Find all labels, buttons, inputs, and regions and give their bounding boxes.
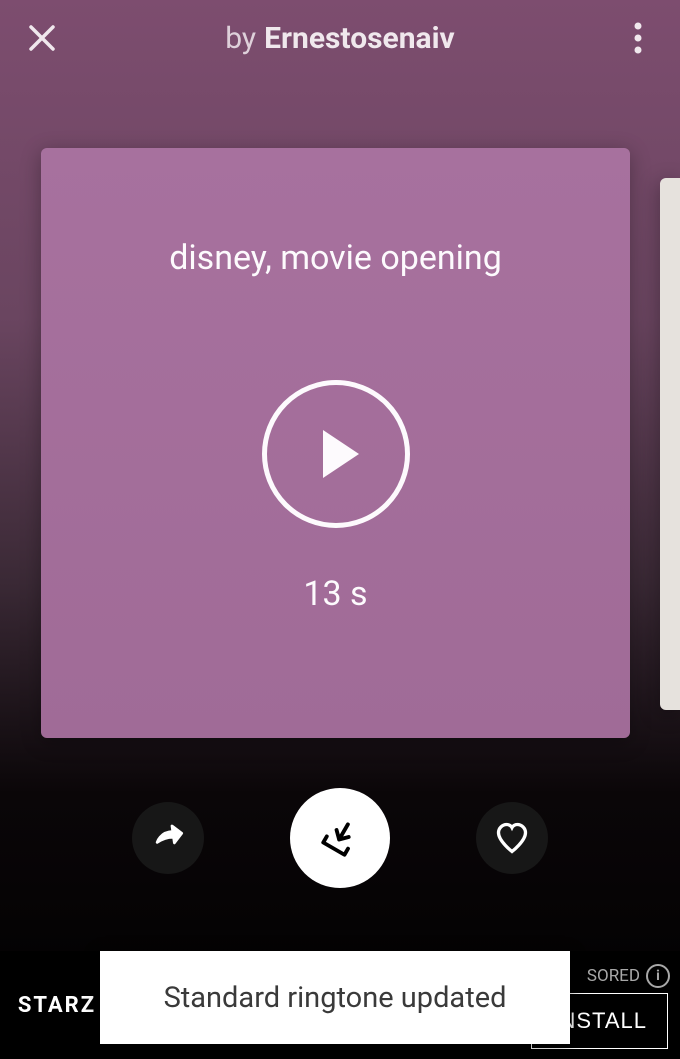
set-ringtone-button[interactable]: [290, 788, 390, 888]
sponsored-label-area: SORED i: [587, 964, 670, 988]
close-icon: [27, 23, 57, 53]
heart-icon: [494, 820, 530, 856]
title-author[interactable]: Ernestosenaiv: [264, 21, 455, 56]
more-vertical-icon: [634, 22, 642, 54]
card-carousel[interactable]: disney, movie opening 13 s: [0, 148, 680, 738]
ad-logo: STARZ: [12, 993, 102, 1018]
action-bar: [0, 788, 680, 888]
play-icon: [323, 430, 359, 478]
more-options-button[interactable]: [618, 18, 658, 58]
info-icon: i: [656, 968, 660, 984]
page-title: by Ernestosenaiv: [225, 21, 455, 56]
ringtone-duration: 13 s: [303, 574, 367, 614]
toast-notification: Standard ringtone updated: [100, 951, 570, 1044]
title-by-label: by: [225, 21, 256, 56]
share-button[interactable]: [132, 802, 204, 874]
close-button[interactable]: [22, 18, 62, 58]
ad-logo-text: STARZ: [18, 993, 96, 1018]
ad-info-button[interactable]: i: [646, 964, 670, 988]
download-set-icon: [319, 817, 361, 859]
toast-message: Standard ringtone updated: [164, 981, 507, 1015]
ringtone-card: disney, movie opening 13 s: [41, 148, 630, 738]
sponsored-text: SORED: [587, 966, 640, 986]
ringtone-title: disney, movie opening: [169, 238, 502, 278]
share-arrow-icon: [151, 821, 185, 855]
header: by Ernestosenaiv: [0, 0, 680, 76]
play-button[interactable]: [262, 380, 410, 528]
next-card-peek[interactable]: [660, 178, 680, 710]
favorite-button[interactable]: [476, 802, 548, 874]
